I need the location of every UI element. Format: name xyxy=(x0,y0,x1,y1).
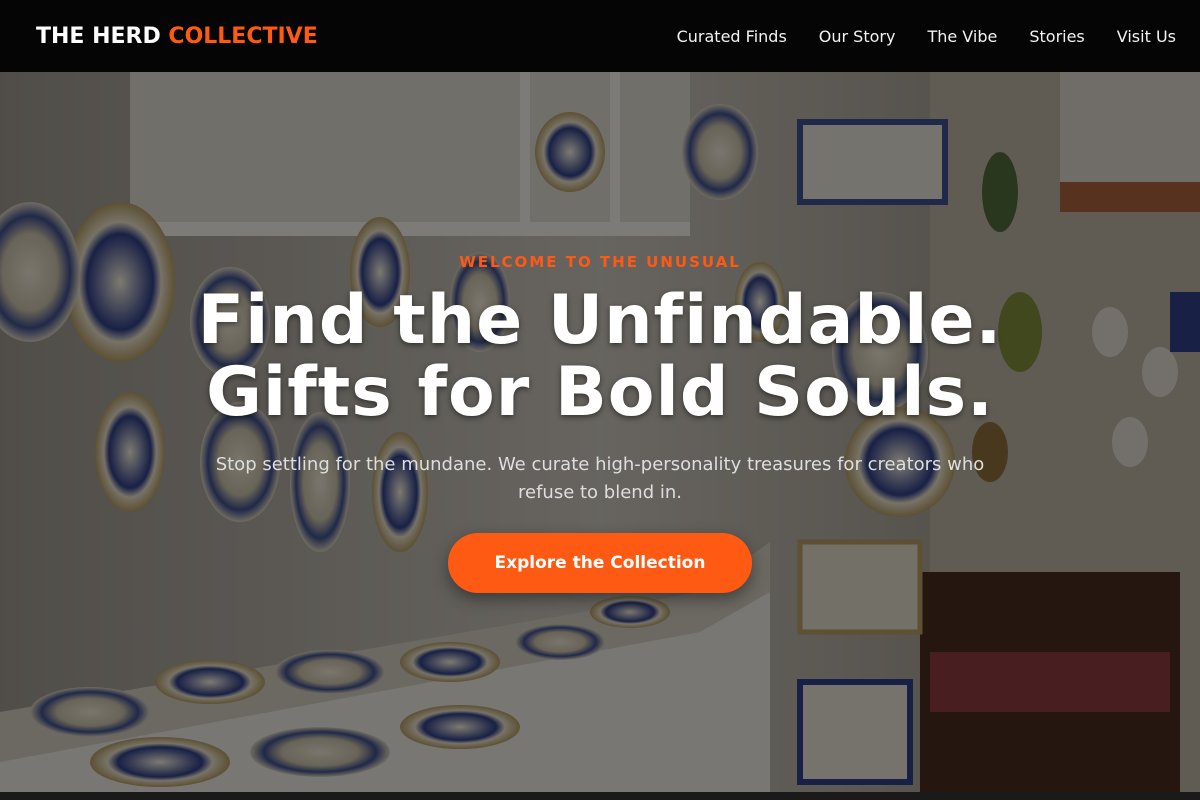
hero-section: WELCOME TO THE UNUSUAL Find the Unfindab… xyxy=(0,72,1200,792)
top-navbar: THE HERD COLLECTIVE Curated Finds Our St… xyxy=(0,0,1200,72)
nav-link-stories[interactable]: Stories xyxy=(1029,27,1084,46)
hero-headline-line-1: Find the Unfindable. xyxy=(197,281,1003,360)
hero-content: WELCOME TO THE UNUSUAL Find the Unfindab… xyxy=(0,72,1200,792)
nav-link-visit-us[interactable]: Visit Us xyxy=(1117,27,1176,46)
hero-subtext: Stop settling for the mundane. We curate… xyxy=(215,454,985,503)
main-nav: Curated Finds Our Story The Vibe Stories… xyxy=(677,27,1176,46)
explore-collection-button[interactable]: Explore the Collection xyxy=(448,533,752,593)
nav-link-the-vibe[interactable]: The Vibe xyxy=(927,27,997,46)
nav-link-curated-finds[interactable]: Curated Finds xyxy=(677,27,787,46)
nav-link-our-story[interactable]: Our Story xyxy=(819,27,896,46)
hero-eyebrow: WELCOME TO THE UNUSUAL xyxy=(459,253,741,271)
brand-name-accent: COLLECTIVE xyxy=(168,23,318,49)
hero-headline-line-2: Gifts for Bold Souls. xyxy=(206,353,994,432)
hero-headline: Find the Unfindable. Gifts for Bold Soul… xyxy=(198,285,1003,429)
next-section-edge xyxy=(0,792,1200,800)
brand-name-primary: THE HERD xyxy=(36,23,161,49)
brand-logo[interactable]: THE HERD COLLECTIVE xyxy=(36,24,318,49)
